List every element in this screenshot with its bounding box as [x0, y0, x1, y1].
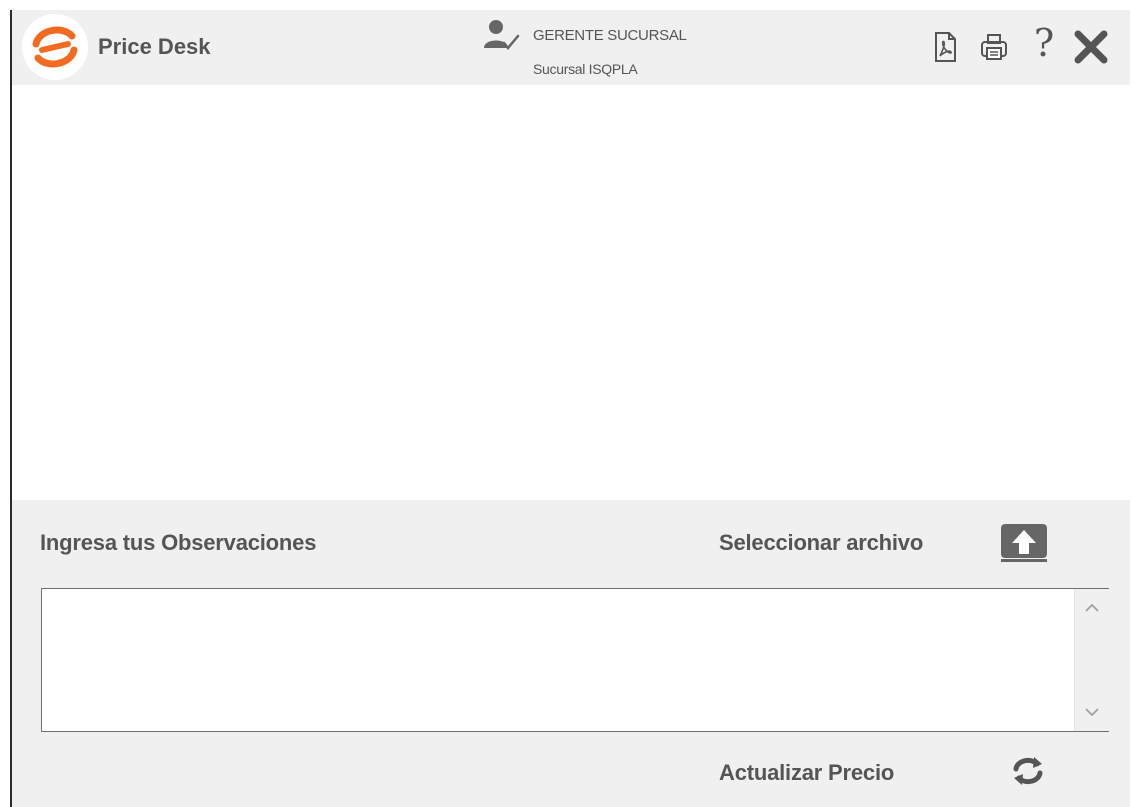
- price-desk-logo: [22, 14, 88, 80]
- observations-scrollbar[interactable]: [1074, 589, 1109, 731]
- upload-button[interactable]: [999, 522, 1049, 564]
- observations-panel: Ingresa tus Observaciones Seleccionar ar…: [12, 500, 1130, 807]
- pdf-file-icon: [935, 32, 956, 62]
- close-icon: [1074, 30, 1108, 64]
- scroll-down-button[interactable]: [1075, 695, 1109, 729]
- app-title: Price Desk: [98, 34, 211, 59]
- observations-textarea[interactable]: [41, 588, 1109, 732]
- price-desk-window: Price Desk GERENTE SUCURSAL Sucursal ISQ…: [10, 10, 1130, 807]
- user-check-icon: [482, 18, 522, 52]
- print-button[interactable]: [978, 30, 1010, 64]
- close-button[interactable]: [1072, 28, 1110, 66]
- observations-label: Ingresa tus Observaciones: [40, 530, 317, 555]
- select-file-label[interactable]: Seleccionar archivo: [719, 530, 923, 556]
- update-price-label[interactable]: Actualizar Precio: [719, 760, 894, 786]
- printer-icon: [981, 34, 1007, 60]
- user-branch: Sucursal ISQPLA: [533, 61, 638, 77]
- upload-icon: [1001, 524, 1047, 562]
- header-bar: Price Desk GERENTE SUCURSAL Sucursal ISQ…: [12, 10, 1130, 85]
- pdf-button[interactable]: [929, 30, 961, 64]
- chevron-down-icon: [1085, 708, 1099, 717]
- chevron-up-icon: [1085, 603, 1099, 612]
- scroll-up-button[interactable]: [1075, 591, 1109, 625]
- user-role: GERENTE SUCURSAL: [533, 27, 687, 44]
- help-button[interactable]: ?: [1028, 24, 1060, 62]
- refresh-icon: [1013, 757, 1043, 785]
- update-price-button[interactable]: [1008, 751, 1048, 791]
